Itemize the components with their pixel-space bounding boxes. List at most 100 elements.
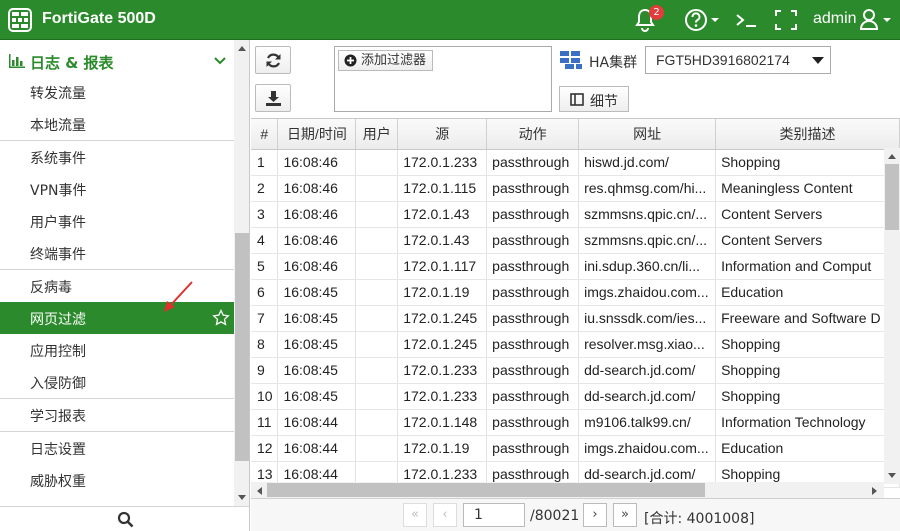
table-row[interactable]: 1 16:08:46 172.0.1.233 passthrough hiswd.jd.…	[251, 149, 900, 176]
table-row[interactable]: 8 16:08:45 172.0.1.245 passthrough resolver.…	[251, 331, 900, 358]
details-button[interactable]: 细节	[559, 86, 629, 112]
sidebar-search-bar[interactable]	[0, 506, 249, 531]
scroll-up-arrow-icon[interactable]	[237, 44, 247, 52]
table-horizontal-scrollbar-thumb[interactable]	[267, 483, 705, 497]
scroll-down-arrow-icon[interactable]	[887, 472, 897, 480]
cell-datetime: 16:08:45	[277, 383, 357, 410]
sidebar-item-local-traffic[interactable]: 本地流量	[0, 108, 234, 140]
cell-category: Information Technology	[715, 409, 900, 436]
chevron-down-icon[interactable]	[214, 57, 226, 65]
sidebar-item-learning-report[interactable]: 学习报表	[0, 399, 234, 431]
sidebar-item-intrusion-prevention[interactable]: 入侵防御	[0, 366, 234, 398]
help-icon[interactable]	[684, 7, 722, 33]
cell-url: szmmsns.qpic.cn/...	[578, 227, 717, 254]
column-header-source[interactable]: 源	[397, 119, 488, 150]
cell-user	[355, 409, 399, 436]
cell-user	[355, 149, 399, 176]
sidebar-section-label: 日志 & 报表	[30, 54, 114, 72]
sidebar-item-label: 学习报表	[30, 409, 86, 425]
cell-index: 9	[251, 357, 279, 384]
table-row[interactable]: 11 16:08:44 172.0.1.148 passthrough m9106.ta…	[251, 409, 900, 436]
table-vertical-scrollbar-thumb[interactable]	[885, 164, 899, 230]
sidebar-item-antivirus[interactable]: 反病毒	[0, 270, 234, 302]
cell-datetime: 16:08:46	[277, 227, 357, 254]
download-button[interactable]	[255, 84, 291, 112]
sidebar-item-label: 转发流量	[30, 86, 86, 102]
add-filter-button[interactable]: 添加过滤器	[338, 50, 434, 71]
column-header-url[interactable]: 网址	[578, 119, 717, 150]
cell-index: 5	[251, 253, 279, 280]
cell-datetime: 16:08:44	[277, 409, 357, 436]
column-header-datetime[interactable]: 日期/时间	[277, 119, 357, 150]
cell-url: imgs.zhaidou.com...	[578, 435, 717, 462]
cell-user	[355, 279, 399, 306]
previous-page-button[interactable]: ‹	[433, 503, 457, 527]
user-icon[interactable]	[860, 7, 894, 33]
cell-category: Content Servers	[715, 201, 900, 228]
sidebar-item-vpn-events[interactable]: VPN事件	[0, 173, 234, 205]
columns-panel-icon	[570, 93, 584, 106]
top-bar: FortiGate 500D 2 admin	[0, 0, 900, 40]
cell-index: 11	[251, 409, 279, 436]
column-header-user[interactable]: 用户	[355, 119, 399, 150]
cell-url: ini.sdup.360.cn/li...	[578, 253, 717, 280]
table-row[interactable]: 4 16:08:46 172.0.1.43 passthrough szmmsns.qp…	[251, 227, 900, 254]
table-row[interactable]: 10 16:08:45 172.0.1.233 passthrough dd-searc…	[251, 383, 900, 410]
add-filter-label: 添加过滤器	[361, 53, 427, 68]
table-row[interactable]: 7 16:08:45 172.0.1.245 passthrough iu.snssdk…	[251, 305, 900, 332]
sidebar-item-forward-traffic[interactable]: 转发流量	[0, 76, 234, 108]
table-row[interactable]: 9 16:08:45 172.0.1.233 passthrough dd-search…	[251, 357, 900, 384]
scroll-right-arrow-icon[interactable]	[871, 486, 879, 496]
sidebar-item-user-events[interactable]: 用户事件	[0, 205, 234, 237]
cell-user	[355, 357, 399, 384]
table-row[interactable]: 6 16:08:45 172.0.1.19 passthrough imgs.zhaid…	[251, 279, 900, 306]
main-content: 添加过滤器 HA集群 FGT5HD3916802174 细节 # 日期/时间 用…	[251, 40, 900, 531]
table-header-row: # 日期/时间 用户 源 动作 网址 类别描述	[251, 119, 900, 150]
sidebar-section-log-report[interactable]: 日志 & 报表	[0, 43, 234, 77]
filter-box[interactable]: 添加过滤器	[334, 46, 552, 112]
cell-action: passthrough	[486, 227, 580, 254]
cell-action: passthrough	[486, 175, 580, 202]
table-row[interactable]: 3 16:08:46 172.0.1.43 passthrough szmmsns.qp…	[251, 201, 900, 228]
cell-datetime: 16:08:46	[277, 201, 357, 228]
search-icon[interactable]	[117, 511, 134, 528]
fullscreen-icon[interactable]	[774, 7, 798, 33]
column-header-category[interactable]: 类别描述	[715, 119, 900, 150]
scroll-down-arrow-icon[interactable]	[237, 494, 247, 502]
scroll-left-arrow-icon[interactable]	[255, 486, 263, 496]
column-header-action[interactable]: 动作	[486, 119, 580, 150]
first-page-button[interactable]: «	[403, 503, 427, 527]
cell-datetime: 16:08:46	[277, 149, 357, 176]
cell-index: 2	[251, 175, 279, 202]
cell-action: passthrough	[486, 149, 580, 176]
next-page-button[interactable]: ›	[583, 503, 607, 527]
sidebar-item-endpoint-events[interactable]: 终端事件	[0, 237, 234, 269]
bar-chart-icon	[9, 54, 25, 68]
sidebar-item-label: 入侵防御	[30, 376, 86, 392]
refresh-button[interactable]	[255, 46, 291, 74]
cell-action: passthrough	[486, 357, 580, 384]
total-pages-label: /80021	[530, 508, 580, 524]
table-row[interactable]: 5 16:08:46 172.0.1.117 passthrough ini.sdup.…	[251, 253, 900, 280]
scroll-up-arrow-icon[interactable]	[887, 152, 897, 160]
column-header-index[interactable]: #	[251, 119, 279, 150]
cli-console-icon[interactable]	[734, 7, 758, 33]
table-row[interactable]: 12 16:08:44 172.0.1.19 passthrough imgs.zhai…	[251, 435, 900, 462]
sidebar-item-web-filter[interactable]: 网页过滤	[0, 302, 234, 334]
cell-action: passthrough	[486, 409, 580, 436]
admin-username[interactable]: admin	[813, 10, 857, 28]
star-icon[interactable]	[212, 309, 230, 327]
page-number-input[interactable]: 1	[463, 503, 525, 527]
sidebar-item-threat-weight[interactable]: 威胁权重	[0, 464, 234, 496]
cell-url: res.qhmsg.com/hi...	[578, 175, 717, 202]
sidebar-item-log-settings[interactable]: 日志设置	[0, 432, 234, 464]
ha-cluster-select[interactable]: FGT5HD3916802174	[645, 46, 831, 74]
sidebar-item-system-events[interactable]: 系统事件	[0, 141, 234, 173]
sidebar: 日志 & 报表 转发流量 本地流量 系统事件 VPN事件 用户事件 终端事件 反…	[0, 40, 250, 531]
sidebar-item-app-control[interactable]: 应用控制	[0, 334, 234, 366]
table-row[interactable]: 2 16:08:46 172.0.1.115 passthrough res.qhmsg…	[251, 175, 900, 202]
cell-index: 3	[251, 201, 279, 228]
cell-url: iu.snssdk.com/ies...	[578, 305, 717, 332]
sidebar-scrollbar-thumb[interactable]	[235, 233, 249, 461]
last-page-button[interactable]: »	[613, 503, 637, 527]
